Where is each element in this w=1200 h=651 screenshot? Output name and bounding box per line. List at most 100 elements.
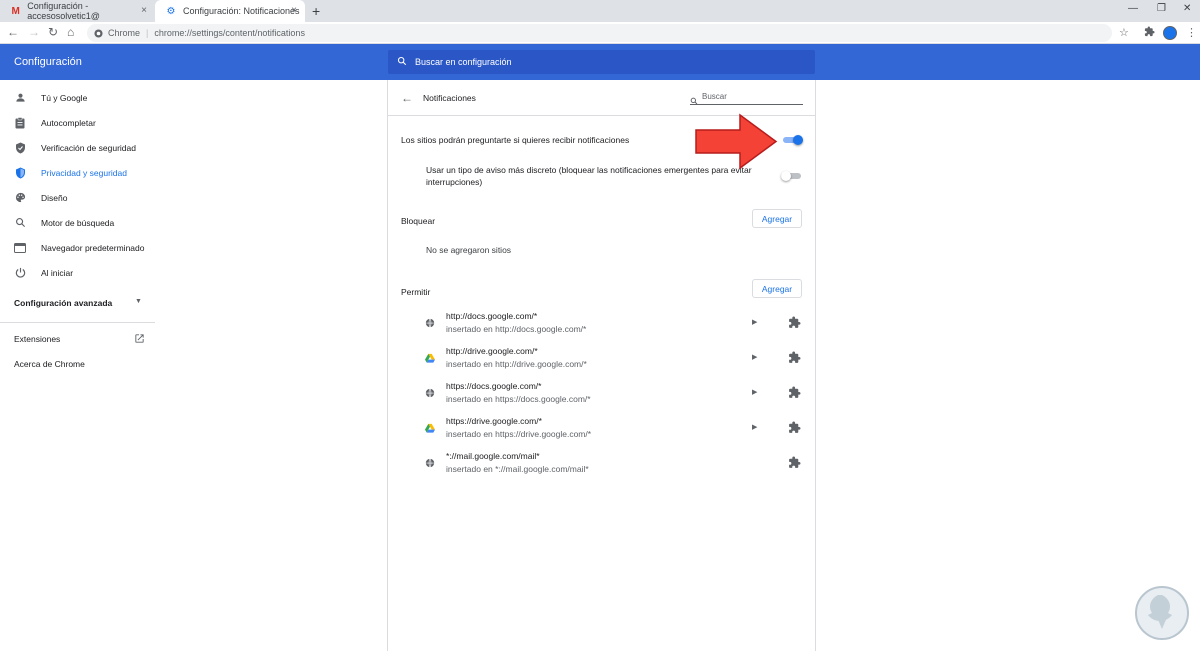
extension-icon bbox=[789, 386, 801, 398]
clipboard-icon bbox=[13, 116, 27, 129]
close-window-button[interactable]: ✕ bbox=[1183, 3, 1191, 14]
sidebar-divider bbox=[0, 322, 155, 323]
sidebar-item-label: Navegador predeterminado bbox=[41, 242, 145, 253]
tab-notifications-settings[interactable]: ⚙ Configuración: Notificaciones × bbox=[155, 0, 305, 22]
sidebar-item-label: Motor de búsqueda bbox=[41, 217, 115, 228]
expand-arrow-icon[interactable]: ▶ bbox=[752, 423, 757, 431]
profile-avatar[interactable] bbox=[1163, 26, 1177, 40]
forward-button[interactable]: → bbox=[28, 25, 40, 39]
extensions-icon[interactable] bbox=[1144, 26, 1155, 40]
expand-arrow-icon[interactable]: ▶ bbox=[752, 388, 757, 396]
sidebar-item-label: Diseño bbox=[41, 192, 68, 203]
omnibox-separator: | bbox=[146, 28, 149, 38]
tab-gmail-settings[interactable]: M Configuración - accesosolvetic1@ × bbox=[0, 0, 155, 22]
new-tab-button[interactable]: + bbox=[312, 3, 320, 19]
sidebar-item-label: Autocompletar bbox=[41, 117, 96, 128]
search-icon bbox=[690, 92, 698, 110]
address-bar[interactable]: Chrome | chrome://settings/content/notif… bbox=[87, 24, 1112, 42]
expand-arrow-icon[interactable]: ▶ bbox=[752, 318, 757, 326]
drive-icon bbox=[425, 353, 435, 363]
page-title: Configuración bbox=[14, 56, 82, 68]
block-add-button[interactable]: Agregar bbox=[752, 209, 802, 228]
menu-icon[interactable]: ⋮ bbox=[1186, 26, 1197, 39]
site-embedded: insertado en https://docs.google.com/* bbox=[446, 394, 591, 404]
site-host: http://drive.google.com/* bbox=[446, 346, 538, 356]
sidebar-item-you-and-google[interactable]: Tú y Google bbox=[0, 85, 160, 110]
shield-icon bbox=[13, 167, 27, 179]
extension-icon bbox=[789, 316, 801, 328]
globe-icon bbox=[425, 388, 435, 398]
toggle-knob bbox=[781, 171, 791, 181]
quiet-messaging-toggle[interactable] bbox=[781, 171, 801, 181]
chrome-icon bbox=[94, 28, 103, 38]
globe-icon bbox=[425, 458, 435, 468]
toggle-knob bbox=[793, 135, 803, 145]
list-item[interactable]: http://docs.google.com/* insertado en ht… bbox=[388, 306, 815, 341]
sidebar-extensions-label: Extensiones bbox=[14, 334, 61, 344]
site-info[interactable]: Chrome bbox=[94, 28, 140, 38]
sidebar-item-label: Verificación de seguridad bbox=[41, 142, 136, 153]
site-embedded: insertado en http://docs.google.com/* bbox=[446, 324, 587, 334]
home-button[interactable]: ⌂ bbox=[67, 25, 74, 39]
caret-down-icon: ▼ bbox=[135, 298, 142, 305]
section-title: Notificaciones bbox=[423, 93, 476, 103]
site-label: Chrome bbox=[108, 28, 141, 38]
list-item[interactable]: https://drive.google.com/* insertado en … bbox=[388, 411, 815, 446]
gmail-icon: M bbox=[11, 5, 20, 17]
reload-button[interactable]: ↻ bbox=[48, 25, 58, 39]
site-embedded: insertado en http://drive.google.com/* bbox=[446, 359, 587, 369]
globe-icon bbox=[425, 318, 435, 328]
expand-arrow-icon[interactable]: ▶ bbox=[752, 353, 757, 361]
sidebar-item-label: Privacidad y seguridad bbox=[41, 167, 127, 178]
sidebar-item-appearance[interactable]: Diseño bbox=[0, 185, 160, 210]
drive-icon bbox=[425, 423, 435, 433]
power-icon bbox=[13, 267, 27, 278]
sidebar-item-privacy[interactable]: Privacidad y seguridad bbox=[0, 160, 160, 185]
site-host: https://docs.google.com/* bbox=[446, 381, 542, 391]
tab-label: Configuración: Notificaciones bbox=[183, 6, 300, 16]
extension-icon bbox=[789, 456, 801, 468]
sidebar-item-default-browser[interactable]: Navegador predeterminado bbox=[0, 235, 160, 260]
settings-search-input[interactable]: Buscar en configuración bbox=[388, 50, 815, 74]
site-embedded: insertado en *://mail.google.com/mail* bbox=[446, 464, 589, 474]
search-placeholder: Buscar en configuración bbox=[415, 57, 512, 67]
person-icon bbox=[13, 92, 27, 103]
open-in-new-icon bbox=[134, 333, 145, 346]
sidebar-item-autofill[interactable]: Autocompletar bbox=[0, 110, 160, 135]
bookmark-star-icon[interactable]: ☆ bbox=[1119, 26, 1129, 39]
back-button[interactable]: ← bbox=[7, 25, 19, 39]
search-icon bbox=[397, 56, 407, 69]
minimize-button[interactable]: — bbox=[1128, 3, 1138, 14]
extension-icon bbox=[789, 351, 801, 363]
browser-icon bbox=[13, 242, 27, 253]
sidebar-item-on-startup[interactable]: Al iniciar bbox=[0, 260, 160, 285]
sidebar-item-label: Al iniciar bbox=[41, 267, 74, 278]
maximize-button[interactable]: ❐ bbox=[1157, 3, 1166, 14]
sidebar-item-safety-check[interactable]: Verificación de seguridad bbox=[0, 135, 160, 160]
close-tab-icon[interactable]: × bbox=[291, 5, 297, 16]
sidebar-item-search-engine[interactable]: Motor de búsqueda bbox=[0, 210, 160, 235]
allow-add-button[interactable]: Agregar bbox=[752, 279, 802, 298]
list-item[interactable]: *://mail.google.com/mail* insertado en *… bbox=[388, 446, 815, 481]
list-item[interactable]: https://docs.google.com/* insertado en h… bbox=[388, 376, 815, 411]
list-item[interactable]: http://drive.google.com/* insertado en h… bbox=[388, 341, 815, 376]
notifications-search-input[interactable]: Buscar bbox=[690, 91, 803, 105]
block-empty-message: No se agregaron sitios bbox=[426, 245, 512, 255]
search-placeholder: Buscar bbox=[702, 92, 727, 101]
tab-strip: M Configuración - accesosolvetic1@ × ⚙ C… bbox=[0, 0, 1200, 22]
quiet-messaging-label-cont: interrupciones) bbox=[426, 177, 483, 187]
ask-permission-toggle[interactable] bbox=[783, 135, 803, 145]
sidebar-about-chrome[interactable]: Acerca de Chrome bbox=[14, 359, 85, 369]
sidebar-advanced-toggle[interactable]: Configuración avanzada ▼ bbox=[14, 298, 159, 308]
extension-icon bbox=[789, 421, 801, 433]
sidebar-advanced-label: Configuración avanzada bbox=[14, 298, 113, 308]
site-host: https://drive.google.com/* bbox=[446, 416, 542, 426]
site-host: *://mail.google.com/mail* bbox=[446, 451, 540, 461]
gear-icon: ⚙ bbox=[166, 5, 176, 17]
close-tab-icon[interactable]: × bbox=[141, 5, 147, 16]
watermark-logo bbox=[1135, 586, 1189, 640]
back-arrow-icon[interactable]: ← bbox=[401, 91, 413, 105]
sidebar-extensions-link[interactable]: Extensiones bbox=[14, 334, 154, 344]
allow-section-title: Permitir bbox=[401, 287, 431, 297]
ask-permission-label: Los sitios podrán preguntarte si quieres… bbox=[401, 135, 630, 145]
